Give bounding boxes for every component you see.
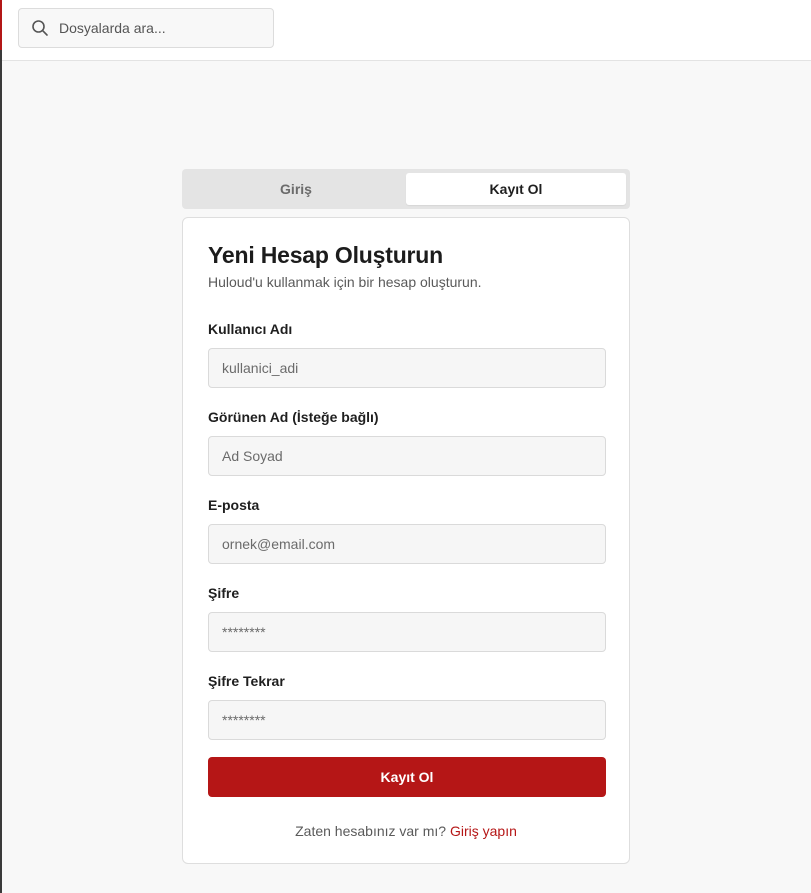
tab-register[interactable]: Kayıt Ol <box>406 173 626 205</box>
left-edge-border <box>0 0 2 893</box>
search-input[interactable] <box>59 9 259 47</box>
register-button[interactable]: Kayıt Ol <box>208 757 606 797</box>
display-name-field[interactable] <box>208 436 606 476</box>
top-bar <box>2 0 811 61</box>
username-label: Kullanıcı Adı <box>208 321 293 337</box>
email-label: E-posta <box>208 497 260 513</box>
search-icon <box>31 19 49 37</box>
login-link[interactable]: Giriş yapın <box>450 823 517 839</box>
tab-login[interactable]: Giriş <box>186 173 406 205</box>
password-confirm-field[interactable] <box>208 700 606 740</box>
email-field[interactable] <box>208 524 606 564</box>
auth-tabs: Giriş Kayıt Ol <box>182 169 630 209</box>
search-box[interactable] <box>18 8 274 48</box>
username-field[interactable] <box>208 348 606 388</box>
page-subtitle: Huloud'u kullanmak için bir hesap oluştu… <box>208 274 482 290</box>
app-root: Giriş Kayıt Ol Yeni Hesap Oluşturun Hulo… <box>0 0 811 893</box>
login-prompt-text: Zaten hesabınız var mı? <box>295 823 447 839</box>
display-name-label: Görünen Ad (İsteğe bağlı) <box>208 409 379 425</box>
register-card: Yeni Hesap Oluşturun Huloud'u kullanmak … <box>182 217 630 864</box>
login-prompt: Zaten hesabınız var mı? Giriş yapın <box>183 823 629 839</box>
password-confirm-label: Şifre Tekrar <box>208 673 285 689</box>
password-field[interactable] <box>208 612 606 652</box>
password-label: Şifre <box>208 585 240 601</box>
page-title: Yeni Hesap Oluşturun <box>208 242 443 268</box>
